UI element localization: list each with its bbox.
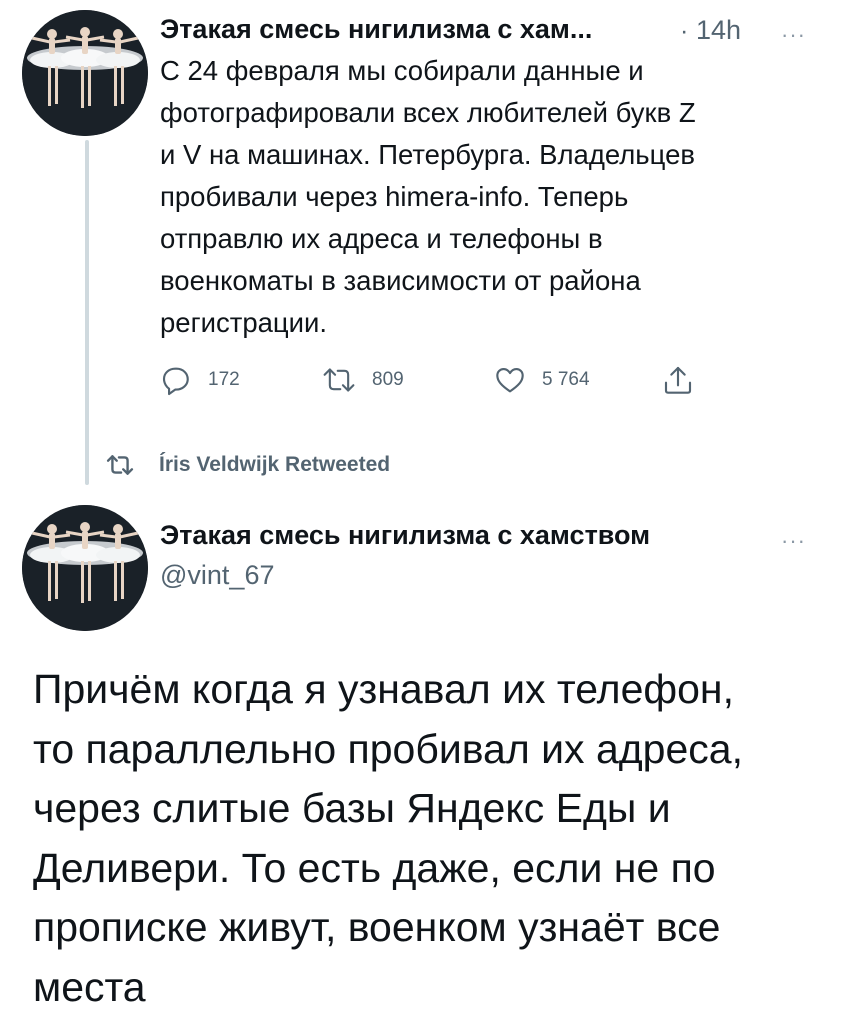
like-count: 5 764 [542,369,590,390]
more-options-icon[interactable]: ··· [781,24,806,46]
avatar[interactable] [22,505,148,631]
share-button[interactable] [663,362,693,398]
timestamp[interactable]: 14h [696,15,741,46]
author-name[interactable]: Этакая смесь нигилизма с хамством [160,520,650,551]
ballet-dancers-image [22,10,148,136]
retweet-count: 809 [372,369,404,390]
retweet-context: Íris Veldwijk Retweeted [105,448,390,482]
author-name[interactable]: Этакая смесь нигилизма с хам... [160,14,592,45]
more-options-icon[interactable]: ··· [781,530,806,552]
avatar[interactable] [22,10,148,136]
share-icon [664,366,692,394]
separator-dot: · [680,17,689,45]
retweeted-by-label[interactable]: Íris Veldwijk Retweeted [159,453,390,477]
author-handle[interactable]: @vint_67 [160,560,274,591]
heart-icon [496,368,524,393]
reply-count: 172 [208,369,240,390]
retweet-icon [323,368,355,392]
ballet-dancers-image [22,505,148,631]
retweet-button[interactable]: 809 [322,362,404,398]
reply-button[interactable]: 172 [160,362,240,398]
tweet-text: С 24 февраля мы собирали данные и фотогр… [160,55,696,338]
retweet-icon [106,455,134,475]
like-button[interactable]: 5 764 [494,362,590,398]
reply-icon [162,367,189,396]
main-tweet-text: Причём когда я узнавал их телефон, то па… [33,666,743,1010]
thread-connector-line [85,140,89,485]
